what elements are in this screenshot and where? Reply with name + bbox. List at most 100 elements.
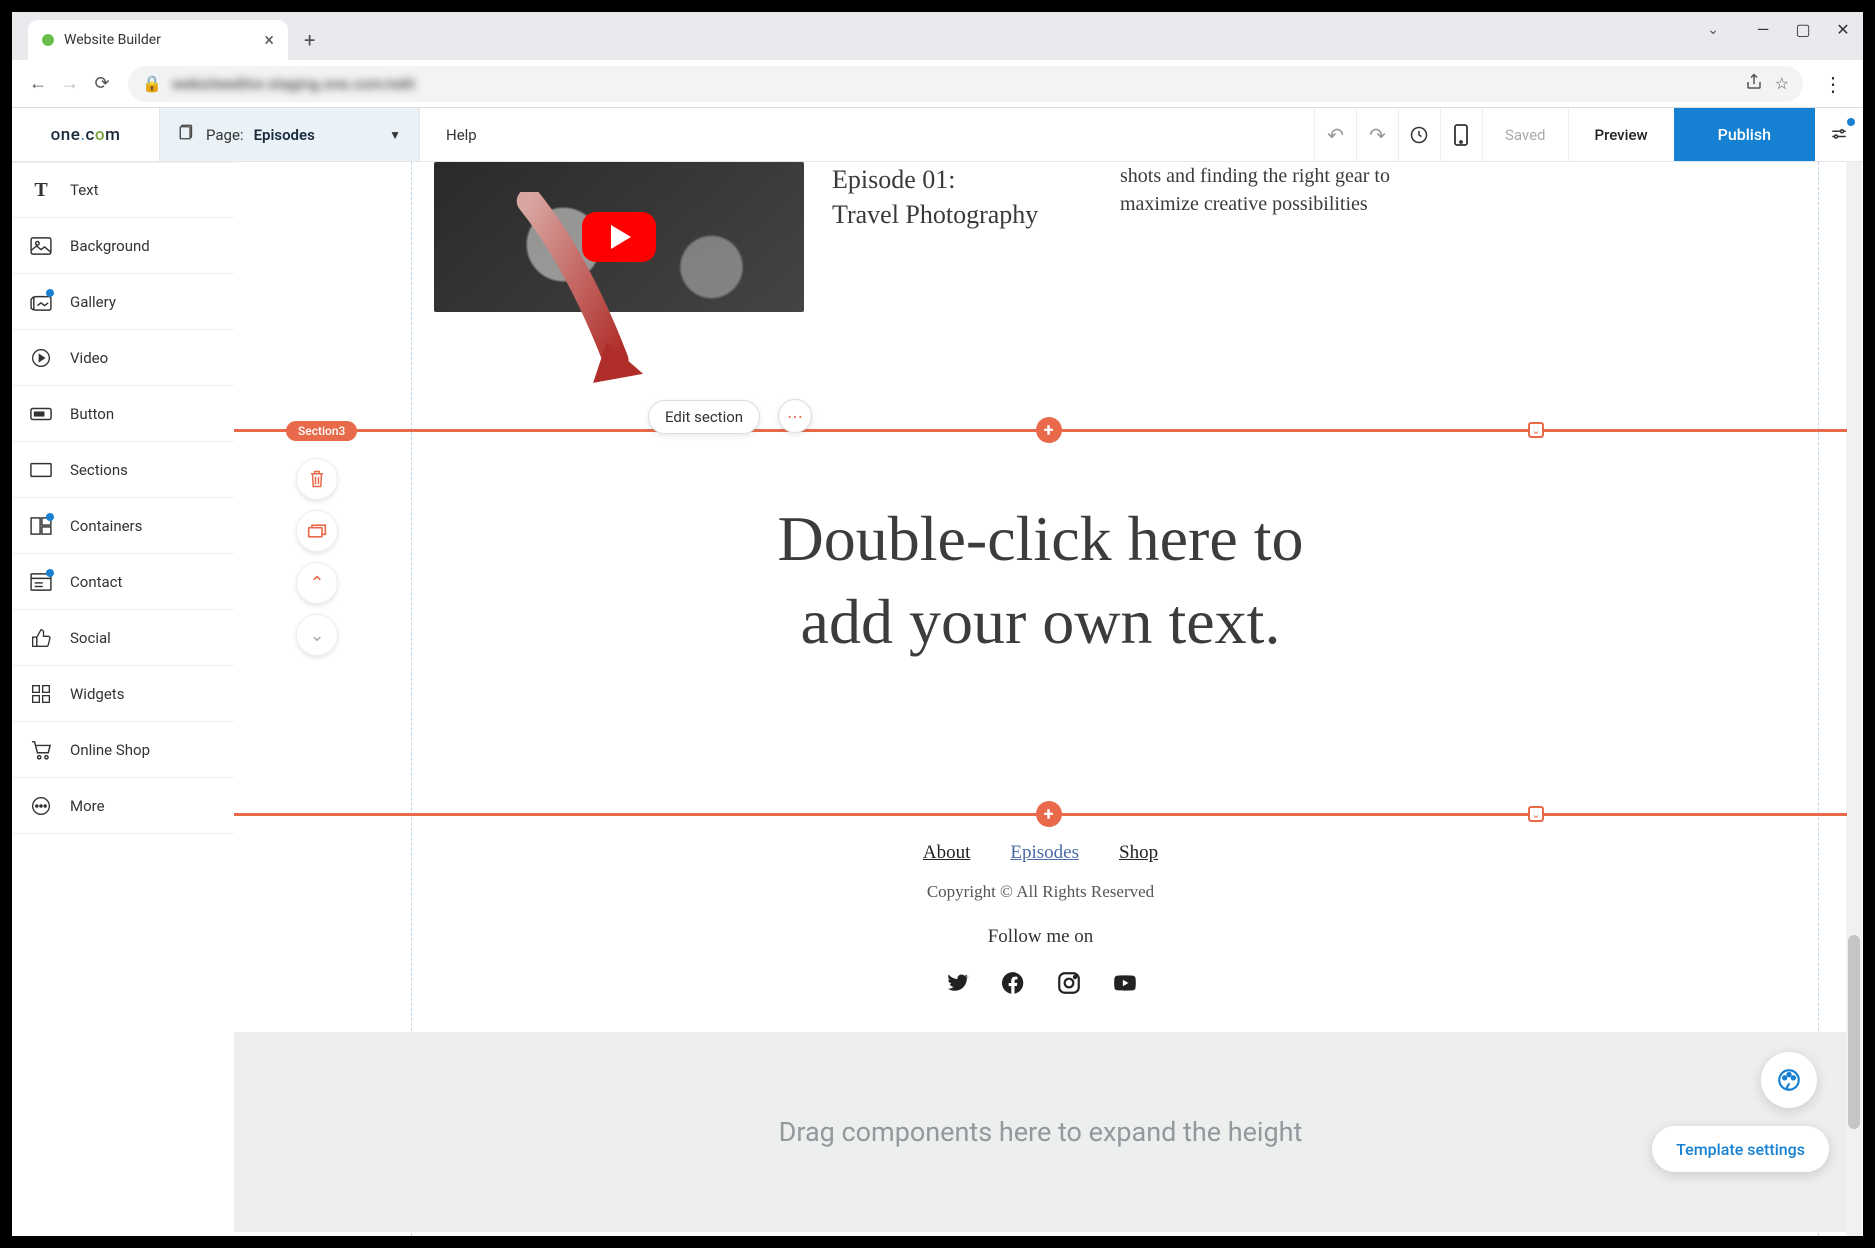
history-button[interactable]	[1398, 108, 1440, 161]
help-button[interactable]: Help	[420, 108, 503, 161]
page-label: Page:	[206, 126, 244, 144]
instagram-icon[interactable]	[1056, 970, 1082, 996]
episode-description: shots and finding the right gear to maxi…	[1120, 162, 1450, 218]
follow-text: Follow me on	[234, 926, 1847, 948]
browser-back-button[interactable]: ←	[22, 68, 54, 100]
template-settings-button[interactable]: Template settings	[1652, 1126, 1829, 1172]
tab-title: Website Builder	[64, 32, 161, 48]
site-favicon	[42, 34, 54, 46]
more-icon	[30, 795, 52, 817]
add-section-button[interactable]: +	[1036, 417, 1062, 443]
tabs-caret-icon[interactable]: ⌄	[1707, 22, 1719, 38]
sidebar-item-more[interactable]: More	[12, 778, 234, 834]
sidebar-item-text[interactable]: T Text	[12, 162, 234, 218]
close-tab-icon[interactable]: ×	[264, 30, 274, 51]
browser-tab[interactable]: Website Builder ×	[28, 20, 288, 60]
episode-title: Episode 01: Travel Photography	[832, 162, 1092, 232]
new-tab-button[interactable]: +	[304, 28, 315, 60]
preview-button[interactable]: Preview	[1568, 108, 1674, 161]
footer-nav: About Episodes Shop	[234, 842, 1847, 864]
app-topbar: one.com Page: Episodes ▼ Help ↶ ↷ Saved …	[12, 108, 1863, 162]
social-icons	[234, 970, 1847, 996]
add-section-button[interactable]: +	[1036, 801, 1062, 827]
app-body: T Text Background Gallery Video Button	[12, 162, 1863, 1236]
page-name: Episodes	[254, 126, 315, 144]
url-text: websiteeditor.staging.one.com/edit	[172, 75, 415, 93]
undo-button[interactable]: ↶	[1314, 108, 1356, 161]
app-window: Website Builder × + ⌄ — ▢ ✕ ← → ⟳ 🔒 webs…	[0, 0, 1875, 1248]
redo-button[interactable]: ↷	[1356, 108, 1398, 161]
editor-canvas[interactable]: Episode 01: Travel Photography shots and…	[234, 162, 1863, 1236]
window-minimize-button[interactable]: —	[1751, 20, 1775, 39]
sidebar-item-shop[interactable]: Online Shop	[12, 722, 234, 778]
youtube-play-icon[interactable]	[582, 212, 656, 262]
sidebar-item-containers[interactable]: Containers	[12, 498, 234, 554]
sidebar-item-widgets[interactable]: Widgets	[12, 666, 234, 722]
browser-menu-button[interactable]: ⋮	[1813, 72, 1853, 96]
logo[interactable]: one.com	[12, 108, 160, 161]
move-section-up-button[interactable]: ⌃	[296, 562, 338, 604]
delete-section-button[interactable]	[296, 458, 338, 500]
thumb-icon	[30, 627, 52, 649]
lock-icon: 🔒	[142, 74, 162, 93]
video-section: Episode 01: Travel Photography shots and…	[234, 162, 1863, 312]
star-icon[interactable]: ☆	[1775, 74, 1789, 93]
window-maximize-button[interactable]: ▢	[1791, 20, 1815, 39]
page-selector[interactable]: Page: Episodes ▼	[160, 108, 420, 161]
play-circle-icon	[30, 347, 52, 369]
cart-icon	[30, 739, 52, 761]
browser-tab-strip: Website Builder × + ⌄ — ▢ ✕	[12, 12, 1863, 60]
footer-link-shop[interactable]: Shop	[1119, 842, 1158, 864]
sidebar-item-background[interactable]: Background	[12, 218, 234, 274]
facebook-icon[interactable]	[1000, 970, 1026, 996]
edit-section-button[interactable]: Edit section	[648, 400, 760, 434]
sidebar-item-gallery[interactable]: Gallery	[12, 274, 234, 330]
duplicate-section-button[interactable]	[296, 510, 338, 552]
youtube-icon[interactable]	[1112, 970, 1138, 996]
section-more-button[interactable]: ⋯	[778, 399, 812, 433]
collapse-section-button[interactable]: ⌄	[1528, 422, 1544, 438]
browser-forward-button[interactable]: →	[54, 68, 86, 100]
scrollbar-thumb[interactable]	[1848, 935, 1860, 1128]
browser-toolbar: ← → ⟳ 🔒 websiteeditor.staging.one.com/ed…	[12, 60, 1863, 108]
browser-reload-button[interactable]: ⟳	[86, 68, 118, 100]
section-badge: Section3	[286, 421, 357, 441]
video-thumbnail[interactable]	[434, 162, 804, 312]
section-toolbar: ⌃ ⌄	[296, 458, 338, 656]
components-sidebar: T Text Background Gallery Video Button	[12, 162, 234, 1236]
collapse-section-button[interactable]: ⌄	[1528, 806, 1544, 822]
copyright-text: Copyright © All Rights Reserved	[234, 882, 1847, 902]
drop-zone[interactable]: Drag components here to expand the heigh…	[234, 1032, 1847, 1232]
sidebar-item-sections[interactable]: Sections	[12, 442, 234, 498]
page-icon	[178, 123, 196, 146]
footer-link-about[interactable]: About	[923, 842, 971, 864]
image-icon	[30, 235, 52, 257]
footer-link-episodes[interactable]: Episodes	[1010, 842, 1079, 864]
gallery-icon	[30, 291, 52, 313]
sidebar-item-button[interactable]: Button	[12, 386, 234, 442]
sections-icon	[30, 459, 52, 481]
theme-button[interactable]	[1761, 1052, 1817, 1108]
notification-dot	[1847, 118, 1855, 126]
sidebar-item-contact[interactable]: Contact	[12, 554, 234, 610]
settings-toggle-button[interactable]	[1815, 108, 1863, 161]
publish-button[interactable]: Publish	[1674, 108, 1815, 161]
canvas-scrollbar[interactable]	[1846, 162, 1862, 1236]
window-controls: ⌄ — ▢ ✕	[1707, 20, 1855, 39]
containers-icon	[30, 515, 52, 537]
placeholder-text-block[interactable]: Double-click here to add your own text.	[234, 497, 1847, 663]
device-preview-button[interactable]	[1440, 108, 1482, 161]
save-status: Saved	[1482, 108, 1568, 161]
share-icon[interactable]	[1745, 73, 1763, 95]
move-section-down-button[interactable]: ⌄	[296, 614, 338, 656]
sidebar-item-video[interactable]: Video	[12, 330, 234, 386]
contact-icon	[30, 571, 52, 593]
footer-section: About Episodes Shop Copyright © All Righ…	[234, 828, 1847, 996]
twitter-icon[interactable]	[944, 970, 970, 996]
widgets-icon	[30, 683, 52, 705]
page-caret-icon: ▼	[389, 128, 401, 142]
address-actions: ☆	[1745, 73, 1789, 95]
sidebar-item-social[interactable]: Social	[12, 610, 234, 666]
address-bar[interactable]: 🔒 websiteeditor.staging.one.com/edit ☆	[128, 66, 1803, 102]
window-close-button[interactable]: ✕	[1831, 20, 1855, 39]
